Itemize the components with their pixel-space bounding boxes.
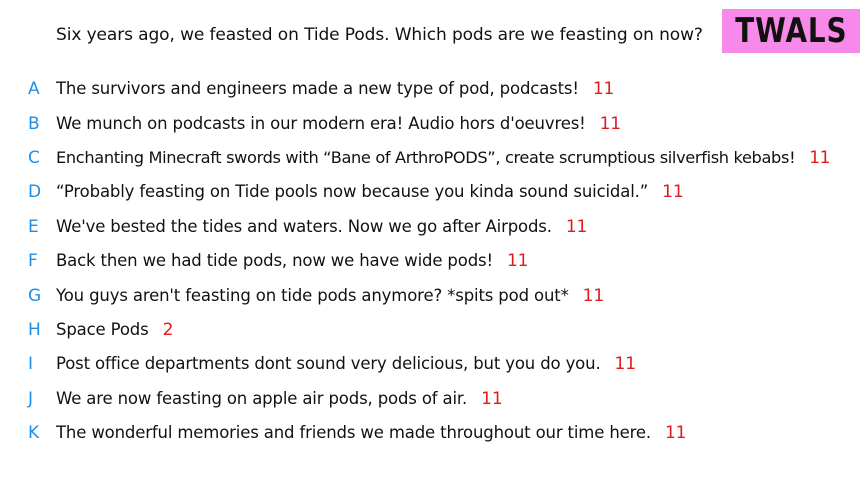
vote-count: 11	[565, 216, 588, 237]
answer-letter: A	[28, 79, 40, 100]
vote-count: 11	[592, 79, 615, 100]
answer-text: You guys aren't feasting on tide pods an…	[56, 285, 569, 305]
answer-body: The survivors and engineers made a new t…	[56, 79, 614, 99]
answer-item-b: B We munch on podcasts in our modern era…	[0, 106, 864, 140]
answer-body: The wonderful memories and friends we ma…	[56, 423, 686, 443]
answer-text: “Probably feasting on Tide pools now bec…	[56, 182, 649, 202]
answer-item-f: F Back then we had tide pods, now we hav…	[0, 244, 864, 278]
answer-item-j: J We are now feasting on apple air pods,…	[0, 382, 864, 416]
question-text: Six years ago, we feasted on Tide Pods. …	[56, 25, 703, 45]
answer-body: Enchanting Minecraft swords with “Bane o…	[56, 148, 830, 168]
answer-letter: G	[28, 285, 42, 306]
vote-count: 11	[599, 113, 621, 134]
answer-body: Post office departments dont sound very …	[56, 354, 636, 374]
answer-text: Enchanting Minecraft swords with “Bane o…	[56, 147, 796, 167]
answer-letter: E	[28, 216, 39, 237]
answer-item-c: C Enchanting Minecraft swords with “Bane…	[0, 141, 864, 175]
answer-text: Back then we had tide pods, now we have …	[56, 251, 493, 271]
answer-body: Back then we had tide pods, now we have …	[56, 251, 528, 271]
vote-count: 11	[481, 388, 503, 409]
answer-text: We munch on podcasts in our modern era! …	[56, 113, 586, 133]
logo-text: TWALS	[734, 11, 848, 51]
answer-item-g: G You guys aren't feasting on tide pods …	[0, 278, 864, 312]
answer-letter: C	[28, 147, 40, 168]
answer-item-i: I Post office departments dont sound ver…	[0, 347, 864, 381]
answer-text: Post office departments dont sound very …	[56, 354, 601, 374]
answer-item-a: A The survivors and engineers made a new…	[0, 72, 864, 106]
answer-letter: K	[28, 423, 40, 444]
vote-count: 11	[665, 423, 687, 444]
answer-body: You guys aren't feasting on tide pods an…	[56, 286, 604, 306]
answer-body: We've bested the tides and waters. Now w…	[56, 217, 587, 237]
answer-text: The survivors and engineers made a new t…	[56, 79, 579, 99]
vote-count: 11	[662, 182, 684, 203]
answer-body: We are now feasting on apple air pods, p…	[56, 389, 503, 409]
answer-item-h: H Space Pods 2	[0, 313, 864, 347]
answer-text: Space Pods	[56, 319, 149, 339]
twals-logo: TWALS	[722, 9, 860, 53]
answer-item-k: K The wonderful memories and friends we …	[0, 416, 864, 450]
vote-count: 11	[614, 354, 636, 375]
answer-letter: I	[28, 354, 34, 375]
vote-count: 11	[506, 251, 529, 272]
answer-body: We munch on podcasts in our modern era! …	[56, 114, 621, 134]
vote-count: 11	[809, 147, 831, 168]
answer-letter: D	[28, 182, 42, 203]
answer-letter: J	[28, 388, 34, 409]
answer-body: Space Pods 2	[56, 320, 173, 340]
answer-letter: F	[28, 251, 38, 272]
answer-letter: B	[28, 113, 40, 134]
answer-text: We've bested the tides and waters. Now w…	[56, 216, 552, 236]
answer-text: We are now feasting on apple air pods, p…	[56, 388, 468, 408]
answer-item-e: E We've bested the tides and waters. Now…	[0, 210, 864, 244]
answer-body: “Probably feasting on Tide pools now bec…	[56, 182, 684, 202]
answer-item-d: D “Probably feasting on Tide pools now b…	[0, 175, 864, 209]
answer-letter: H	[28, 319, 41, 340]
vote-count: 2	[162, 319, 174, 340]
vote-count: 11	[582, 285, 605, 306]
answer-text: The wonderful memories and friends we ma…	[56, 423, 651, 443]
answer-list: A The survivors and engineers made a new…	[0, 72, 864, 450]
